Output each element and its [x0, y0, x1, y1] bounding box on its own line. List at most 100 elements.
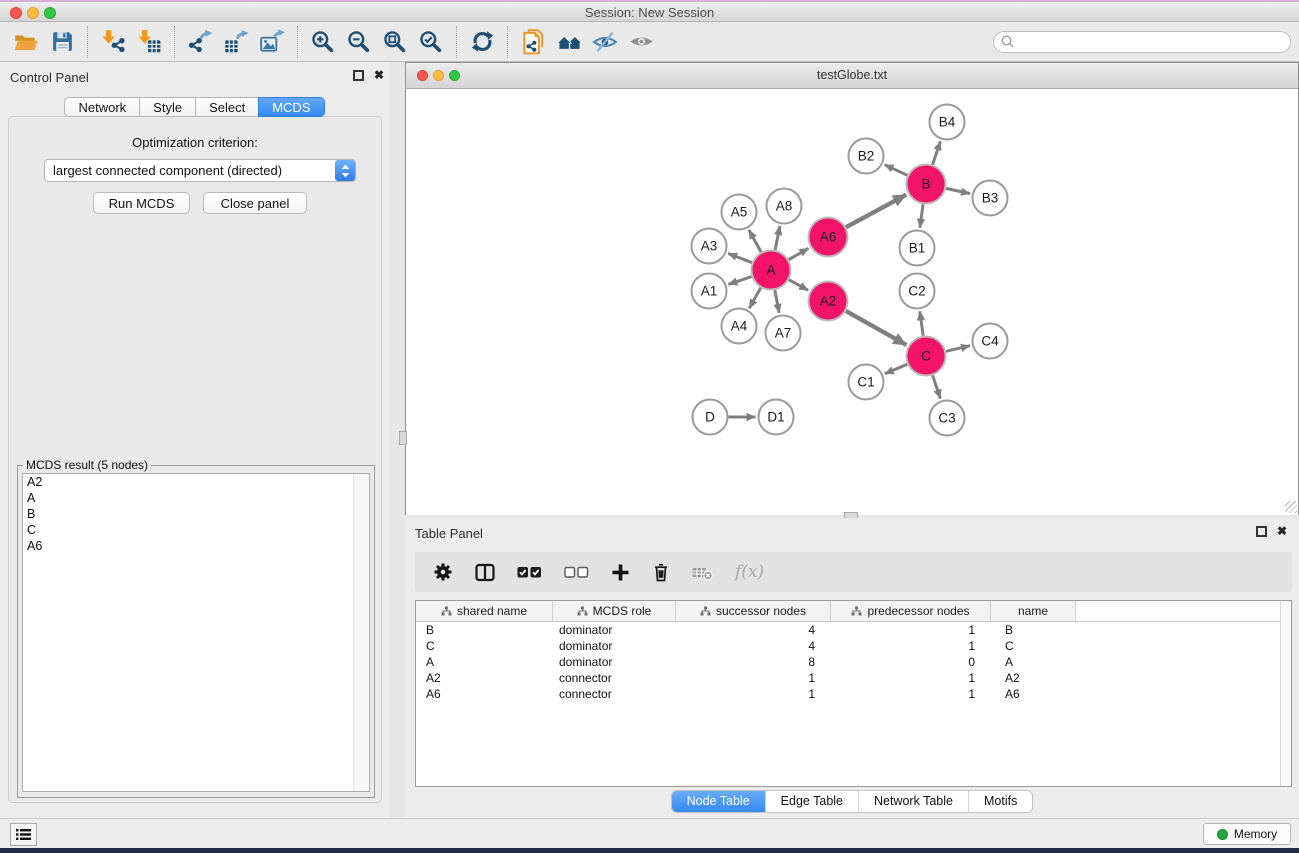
- export-network-button[interactable]: [182, 25, 218, 59]
- network-window-titlebar[interactable]: testGlobe.txt: [406, 63, 1298, 89]
- mcds-result-list[interactable]: A2 A B C A6: [22, 473, 370, 792]
- graph-edge-C-C4[interactable]: [946, 346, 970, 352]
- graph-edge-C-C2[interactable]: [920, 311, 923, 335]
- table-scrollbar[interactable]: [1280, 601, 1291, 786]
- graph-edge-B-B4[interactable]: [933, 141, 941, 164]
- graph-edge-A-A4[interactable]: [749, 288, 761, 308]
- home-button[interactable]: [551, 25, 587, 59]
- column-header-successor-nodes[interactable]: successor nodes: [676, 601, 831, 621]
- zoom-fit-button[interactable]: [377, 25, 413, 59]
- zoom-selected-button[interactable]: [413, 25, 449, 59]
- graph-edge-A-A6[interactable]: [789, 248, 809, 259]
- show-graphics-button[interactable]: [623, 25, 659, 59]
- splitter-handle-left[interactable]: [399, 431, 407, 445]
- list-scrollbar[interactable]: [353, 474, 369, 791]
- task-history-button[interactable]: [10, 823, 37, 846]
- tab-motifs[interactable]: Motifs: [968, 791, 1032, 812]
- tab-style[interactable]: Style: [139, 97, 196, 117]
- save-session-button[interactable]: [44, 25, 80, 59]
- window-title: Session: New Session: [0, 5, 1299, 20]
- table-row[interactable]: C dominator 4 1 C: [416, 638, 1291, 654]
- graph-edge-C-C3[interactable]: [933, 375, 941, 398]
- graph-edge-B-B2[interactable]: [885, 165, 908, 176]
- graph-edge-A-A8[interactable]: [775, 226, 780, 250]
- eye-icon: [628, 28, 655, 55]
- tab-node-table[interactable]: Node Table: [672, 791, 765, 812]
- function-builder-button[interactable]: f(x): [735, 562, 764, 582]
- search-input[interactable]: [1015, 33, 1284, 51]
- table-row[interactable]: A6 connector 1 1 A6: [416, 686, 1291, 702]
- network-canvas[interactable]: AA1A2A3A4A5A6A7A8BB1B2B3B4CC1C2C3C4DD1: [406, 89, 1298, 515]
- column-header-mcds-role[interactable]: MCDS role: [553, 601, 676, 621]
- graph-node-label-B1: B1: [909, 241, 926, 256]
- graph-edge-A-A5[interactable]: [749, 230, 761, 252]
- mcds-result-groupbox: MCDS result (5 nodes) A2 A B C A6: [17, 465, 375, 798]
- optimization-criterion-select[interactable]: largest connected component (directed): [44, 159, 356, 182]
- list-item[interactable]: B: [23, 506, 369, 522]
- column-header-shared-name[interactable]: shared name: [416, 601, 553, 621]
- clone-network-button[interactable]: [515, 25, 551, 59]
- graph-edge-B-B1[interactable]: [920, 204, 923, 227]
- import-network-button[interactable]: [95, 25, 131, 59]
- import-table-button[interactable]: [131, 25, 167, 59]
- graph-node-label-B4: B4: [939, 115, 956, 130]
- memory-button[interactable]: Memory: [1203, 823, 1291, 845]
- graph-edge-A-A1[interactable]: [728, 277, 751, 285]
- close-panel-button[interactable]: Close panel: [203, 192, 307, 214]
- graph-edge-B-B3[interactable]: [946, 188, 970, 193]
- open-session-button[interactable]: [8, 25, 44, 59]
- graph-edge-A-A2[interactable]: [789, 280, 808, 291]
- column-header-predecessor-nodes[interactable]: predecessor nodes: [831, 601, 991, 621]
- export-network-icon: [187, 29, 213, 55]
- add-column-button[interactable]: [611, 563, 630, 582]
- zoom-out-button[interactable]: [341, 25, 377, 59]
- search-icon: [1000, 34, 1015, 49]
- graph-edge-A-A3[interactable]: [728, 253, 752, 262]
- float-panel-icon[interactable]: [353, 70, 364, 81]
- tab-network[interactable]: Network: [64, 97, 140, 117]
- tab-edge-table[interactable]: Edge Table: [765, 791, 858, 812]
- split-table-button[interactable]: [475, 563, 495, 582]
- list-item[interactable]: A6: [23, 538, 369, 554]
- graph-edge-A-A7[interactable]: [775, 290, 779, 313]
- hide-graphics-button[interactable]: [587, 25, 623, 59]
- table-row[interactable]: B dominator 4 1 B: [416, 622, 1291, 638]
- graph-node-label-A3: A3: [701, 239, 718, 254]
- memory-status-icon: [1217, 829, 1228, 840]
- unselect-all-columns-button[interactable]: [564, 563, 589, 581]
- tab-mcds[interactable]: MCDS: [258, 97, 324, 117]
- column-header-name[interactable]: name: [991, 601, 1076, 621]
- list-item[interactable]: C: [23, 522, 369, 538]
- resize-grip[interactable]: [1285, 501, 1297, 513]
- delete-table-button[interactable]: [692, 563, 713, 581]
- run-mcds-button[interactable]: Run MCDS: [93, 192, 190, 214]
- toolbar-separator: [456, 26, 457, 58]
- import-network-icon: [100, 29, 126, 55]
- control-panel: Control Panel ✖ Network Style Select MCD…: [0, 62, 390, 818]
- graph-edge-C-C1[interactable]: [885, 364, 907, 374]
- close-panel-icon[interactable]: ✖: [374, 68, 384, 82]
- list-item[interactable]: A2: [23, 474, 369, 490]
- table-row[interactable]: A2 connector 1 1 A2: [416, 670, 1291, 686]
- zoom-in-button[interactable]: [305, 25, 341, 59]
- graph-node-label-B2: B2: [858, 149, 875, 164]
- list-item[interactable]: A: [23, 490, 369, 506]
- refresh-icon: [470, 29, 495, 54]
- graph-node-label-C3: C3: [938, 411, 955, 426]
- export-table-button[interactable]: [218, 25, 254, 59]
- export-image-button[interactable]: [254, 25, 290, 59]
- open-folder-icon: [13, 29, 39, 55]
- table-row[interactable]: A dominator 8 0 A: [416, 654, 1291, 670]
- tab-select[interactable]: Select: [195, 97, 259, 117]
- delete-column-button[interactable]: [652, 562, 670, 582]
- search-field[interactable]: [993, 31, 1291, 53]
- select-all-columns-button[interactable]: [517, 563, 542, 581]
- column-settings-button[interactable]: [433, 562, 453, 582]
- mcds-result-title: MCDS result (5 nodes): [23, 458, 151, 472]
- float-panel-icon[interactable]: [1256, 526, 1267, 537]
- graph-edge-A2-C[interactable]: [846, 311, 907, 345]
- refresh-button[interactable]: [464, 25, 500, 59]
- tab-network-table[interactable]: Network Table: [858, 791, 968, 812]
- graph-edge-A6-B[interactable]: [846, 195, 906, 228]
- close-panel-icon[interactable]: ✖: [1277, 524, 1287, 538]
